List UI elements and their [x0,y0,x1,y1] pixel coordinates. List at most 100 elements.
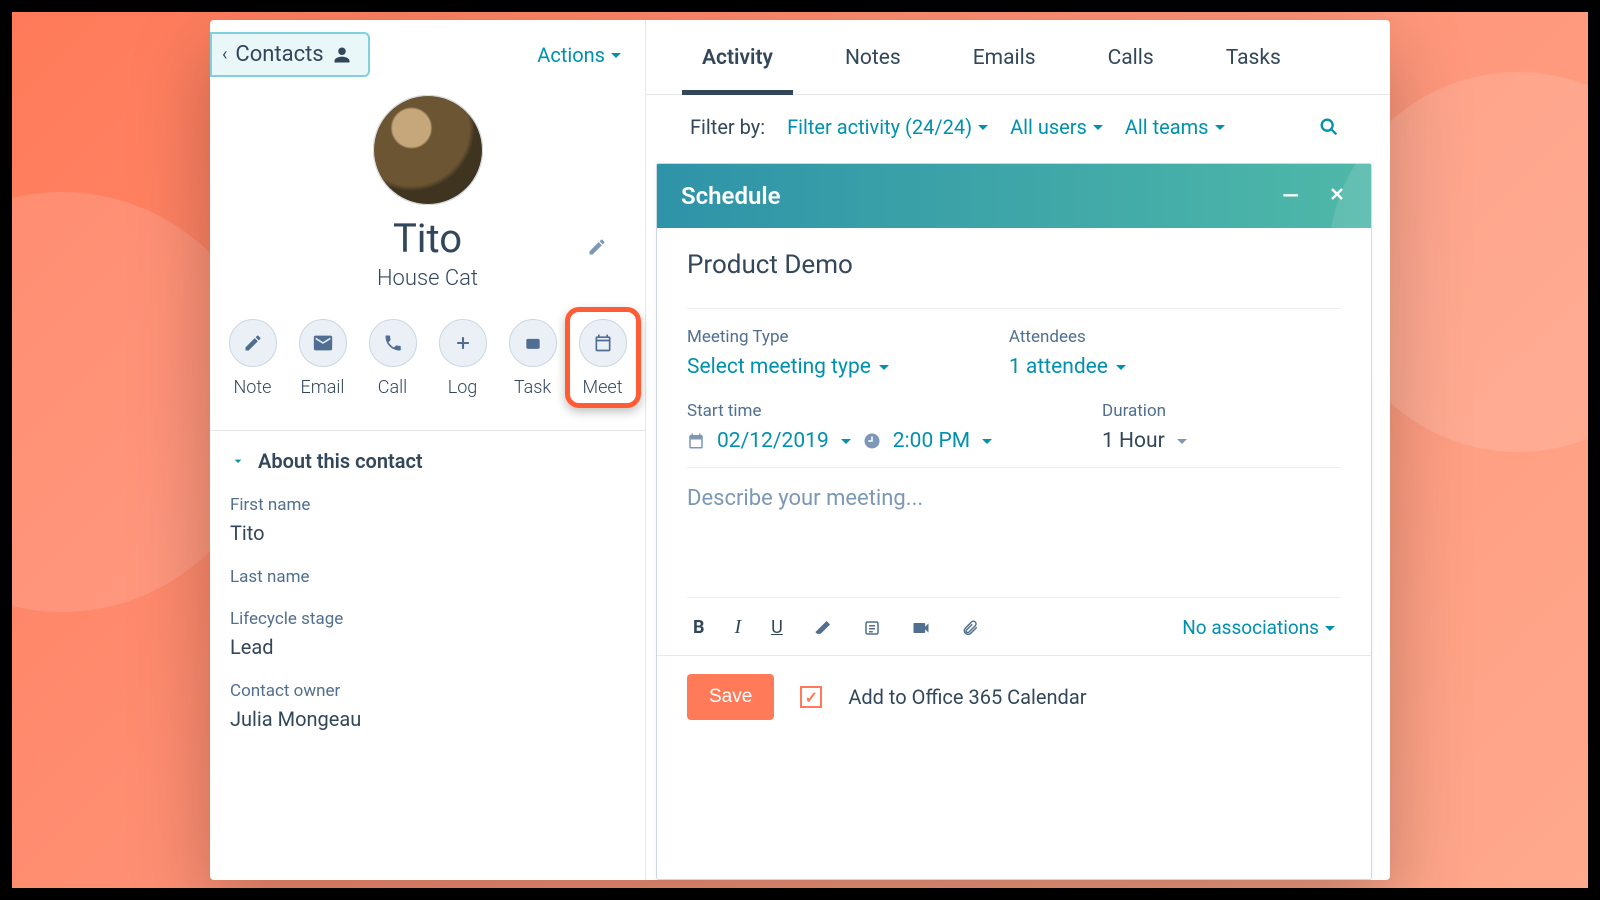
person-icon [332,44,352,66]
task-button[interactable]: Task [509,319,557,398]
contact-subtitle: House Cat [210,266,645,291]
actions-label: Actions [537,43,605,67]
owner-value: Julia Mongeau [230,707,617,731]
filter-activity-dropdown[interactable]: Filter activity (24/24) [787,115,988,139]
activity-panel: Activity Notes Emails Calls Tasks Filter… [646,20,1390,880]
plus-icon [453,333,473,353]
calendar-checkbox-label: Add to Office 365 Calendar [848,685,1086,709]
tab-notes[interactable]: Notes [845,46,901,94]
lifecycle-field[interactable]: Lifecycle stage Lead [230,609,617,659]
app-window: ‹ Contacts Actions Tito House Cat [210,20,1390,880]
video-icon [911,618,931,638]
description-input[interactable]: Describe your meeting... [687,467,1341,597]
task-icon [523,333,543,353]
back-label: Contacts [235,42,323,67]
lifecycle-label: Lifecycle stage [230,609,617,629]
schedule-panel: Schedule — Product Demo Meeting Type [656,163,1372,880]
call-label: Call [378,377,407,398]
start-time-picker[interactable]: 2:00 PM [893,429,970,453]
minimize-button[interactable]: — [1282,184,1299,209]
log-label: Log [448,377,478,398]
note-icon [243,333,263,353]
meet-button[interactable]: Meet [579,319,627,398]
schedule-header: Schedule — [657,164,1371,228]
caret-down-icon [1177,439,1187,449]
calendar-icon [687,432,705,450]
tab-calls[interactable]: Calls [1108,46,1154,94]
video-button[interactable] [911,618,931,638]
first-name-field[interactable]: First name Tito [230,495,617,545]
edit-name-button[interactable] [587,237,607,257]
italic-button[interactable]: I [735,616,742,639]
caret-down-icon [1116,365,1126,375]
underline-button[interactable]: U [771,617,783,638]
clock-icon [863,432,881,450]
about-section: About this contact First name Tito Last … [210,431,645,741]
log-button[interactable]: Log [439,319,487,398]
owner-field[interactable]: Contact owner Julia Mongeau [230,681,617,731]
caret-down-icon [982,439,992,449]
actions-dropdown[interactable]: Actions [537,43,629,67]
back-contacts-button[interactable]: ‹ Contacts [210,32,370,77]
call-button[interactable]: Call [369,319,417,398]
calendar-checkbox[interactable]: ✓ [800,686,822,708]
first-name-label: First name [230,495,617,515]
save-button[interactable]: Save [687,674,774,720]
filter-teams-dropdown[interactable]: All teams [1125,115,1225,139]
associations-dropdown[interactable]: No associations [1182,616,1335,639]
meeting-type-label: Meeting Type [687,327,889,347]
caret-down-icon [1215,125,1225,135]
tab-activity[interactable]: Activity [702,46,773,94]
list-icon [863,619,881,637]
about-heading: About this contact [258,449,423,473]
duration-label: Duration [1102,401,1187,421]
tab-emails[interactable]: Emails [973,46,1036,94]
contact-panel: ‹ Contacts Actions Tito House Cat [210,20,646,880]
attendees-label: Attendees [1009,327,1126,347]
tabs: Activity Notes Emails Calls Tasks [646,20,1390,95]
meeting-type-dropdown[interactable]: Select meeting type [687,355,889,379]
email-button[interactable]: Email [299,319,347,398]
email-label: Email [301,377,345,398]
list-button[interactable] [863,619,881,637]
owner-label: Contact owner [230,681,617,701]
caret-down-icon [879,365,889,375]
pencil-icon [587,237,607,257]
close-icon [1327,184,1347,204]
start-time-label: Start time [687,401,992,421]
editor-toolbar: B I U No associations [687,597,1341,645]
duration-dropdown[interactable]: 1 Hour [1102,429,1165,453]
contact-name: Tito [210,215,645,262]
contact-profile: Tito House Cat [210,77,645,319]
start-date-picker[interactable]: 02/12/2019 [717,429,829,453]
lifecycle-value: Lead [230,635,617,659]
avatar[interactable] [373,95,483,205]
filter-bar: Filter by: Filter activity (24/24) All u… [646,95,1390,159]
paperclip-icon [961,619,979,637]
eraser-icon [813,618,833,638]
filter-prefix: Filter by: [690,115,765,139]
caret-down-icon [611,53,621,63]
last-name-field[interactable]: Last name [230,567,617,587]
attendees-dropdown[interactable]: 1 attendee [1009,355,1126,379]
action-row: Note Email Call Log Task [210,319,645,430]
schedule-title: Schedule [681,182,781,210]
first-name-value: Tito [230,521,617,545]
caret-down-icon [1325,626,1335,636]
filter-users-dropdown[interactable]: All users [1010,115,1103,139]
search-icon[interactable] [1318,116,1340,138]
tab-tasks[interactable]: Tasks [1226,46,1281,94]
note-button[interactable]: Note [229,319,277,398]
meeting-title-input[interactable]: Product Demo [687,250,1341,298]
email-icon [312,332,334,354]
meet-label: Meet [583,377,623,398]
chevron-left-icon: ‹ [222,44,227,65]
caret-down-icon [841,439,851,449]
eraser-button[interactable] [813,618,833,638]
schedule-footer: Save ✓ Add to Office 365 Calendar [657,655,1371,738]
about-toggle[interactable]: About this contact [230,449,617,473]
caret-down-icon [978,125,988,135]
close-button[interactable] [1327,184,1347,209]
attachment-button[interactable] [961,619,979,637]
bold-button[interactable]: B [693,617,705,638]
